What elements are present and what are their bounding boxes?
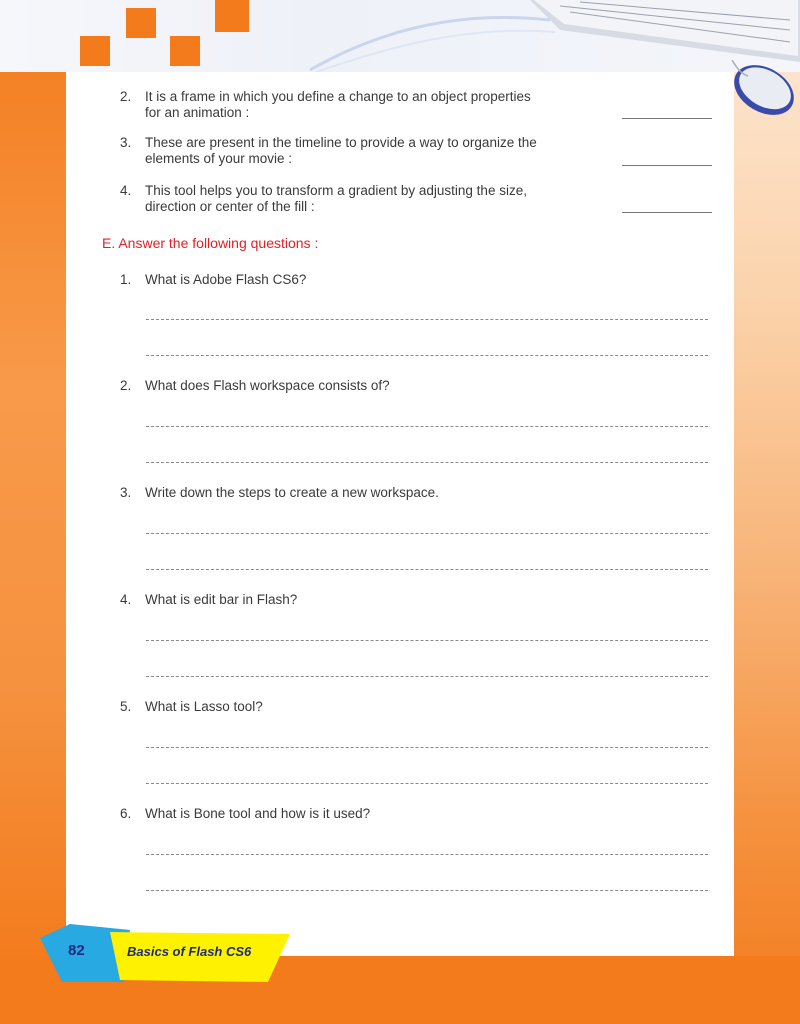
item-number: 4.: [120, 183, 132, 198]
answer-line[interactable]: [146, 569, 708, 570]
item-text-line: It is a frame in which you define a chan…: [145, 89, 531, 104]
item-text-line: This tool helps you to transform a gradi…: [145, 183, 527, 198]
question-text: What is Lasso tool?: [145, 699, 263, 714]
page-number: 82: [68, 942, 85, 959]
answer-line[interactable]: [146, 319, 708, 320]
decor-square: [126, 8, 156, 38]
answer-line[interactable]: [146, 783, 708, 784]
decor-square: [215, 0, 249, 32]
question-text: What is Adobe Flash CS6?: [145, 272, 307, 287]
section-heading: E. Answer the following questions :: [102, 235, 319, 251]
answer-line[interactable]: [146, 747, 708, 748]
answer-line[interactable]: [146, 890, 708, 891]
left-orange-bar: [0, 0, 70, 970]
item-text-line: direction or center of the fill :: [145, 199, 315, 214]
item-text-line: These are present in the timeline to pro…: [145, 135, 537, 150]
answer-line[interactable]: [146, 533, 708, 534]
question-text: What is edit bar in Flash?: [145, 592, 298, 607]
item-text-line: for an animation :: [145, 105, 250, 120]
answer-line[interactable]: [146, 854, 708, 855]
answer-line[interactable]: [146, 676, 708, 677]
mouse-image: [731, 60, 794, 115]
answer-line[interactable]: [146, 426, 708, 427]
book-title: Basics of Flash CS6: [127, 944, 252, 959]
answer-line[interactable]: [146, 355, 708, 356]
answer-blank[interactable]: [622, 165, 712, 166]
question-number: 2.: [120, 378, 132, 393]
item-number: 2.: [120, 89, 132, 104]
question-number: 3.: [120, 485, 132, 500]
answer-line[interactable]: [146, 462, 708, 463]
question-text: What is Bone tool and how is it used?: [145, 806, 371, 821]
question-number: 4.: [120, 592, 132, 607]
decor-square: [80, 36, 110, 66]
question-number: 1.: [120, 272, 132, 287]
question-text: What does Flash workspace consists of?: [145, 378, 390, 393]
answer-blank[interactable]: [622, 212, 712, 213]
decor-square: [170, 36, 200, 66]
question-text: Write down the steps to create a new wor…: [145, 485, 439, 500]
answer-blank[interactable]: [622, 118, 712, 119]
item-text-line: elements of your movie :: [145, 151, 293, 166]
question-number: 6.: [120, 806, 132, 821]
question-number: 5.: [120, 699, 132, 714]
item-number: 3.: [120, 135, 132, 150]
answer-line[interactable]: [146, 640, 708, 641]
